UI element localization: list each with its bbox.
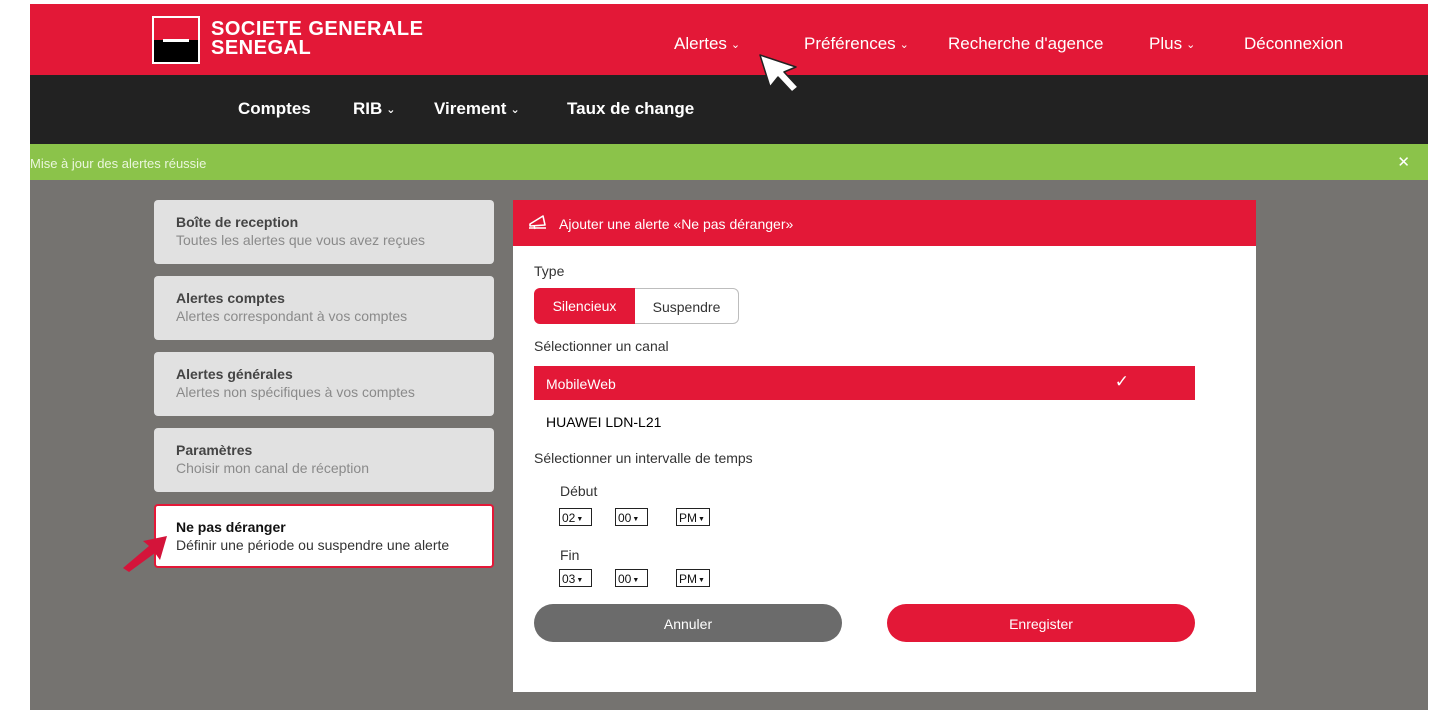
start-minute-select[interactable]: 00▼ (615, 508, 648, 526)
sidebar-item-parametres[interactable]: Paramètres Choisir mon canal de réceptio… (154, 428, 494, 492)
topnav-deconnexion[interactable]: Déconnexion (1244, 34, 1343, 54)
topnav-alertes[interactable]: Alertes ⌄ (674, 34, 740, 54)
subnav-taux-label: Taux de change (567, 99, 695, 118)
interval-label: Sélectionner un intervalle de temps (534, 450, 753, 466)
dropdown-arrow-icon: ▼ (698, 577, 705, 584)
subnav-taux-de-change[interactable]: Taux de change (567, 99, 694, 119)
topnav-deconnexion-label: Déconnexion (1244, 34, 1344, 53)
sidebar-item-title: Boîte de reception (176, 214, 299, 230)
sidebar-item-alertes-comptes[interactable]: Alertes comptes Alertes correspondant à … (154, 276, 494, 340)
sidebar-item-title: Ne pas déranger (176, 519, 286, 535)
brand-name-line2: SENEGAL (211, 37, 312, 59)
start-label: Début (560, 483, 598, 499)
dropdown-arrow-icon: ▼ (698, 516, 705, 523)
topnav-plus[interactable]: Plus ⌄ (1149, 34, 1195, 54)
app-frame: SOCIETE GENERALE SENEGAL Alertes ⌄ Préfér… (30, 4, 1428, 710)
start-ampm-value: PM (679, 511, 697, 525)
annotation-arrow-icon (123, 536, 167, 572)
channel-option-mobileweb[interactable]: MobileWeb ✓ (534, 366, 1195, 400)
sub-navigation: Comptes RIB ⌄ Virement ⌄ Taux de change (30, 75, 1428, 144)
dropdown-arrow-icon: ▼ (576, 577, 584, 584)
subnav-virement[interactable]: Virement ⌄ (434, 99, 520, 119)
channel-label: Sélectionner un canal (534, 338, 669, 354)
sidebar-item-subtitle: Définir une période ou suspendre une ale… (176, 537, 450, 553)
end-hour-select[interactable]: 03▼ (559, 569, 592, 587)
sidebar-item-title: Paramètres (176, 442, 253, 458)
sidebar-item-subtitle: Toutes les alertes que vous avez reçues (176, 232, 426, 248)
end-ampm-select[interactable]: PM▼ (676, 569, 710, 587)
channel-option-huawei[interactable]: HUAWEI LDN-L21 (534, 404, 1195, 438)
topnav-alertes-label: Alertes (674, 34, 727, 53)
do-not-disturb-panel: Ajouter une alerte «Ne pas déranger» Typ… (513, 200, 1256, 692)
end-minute-value: 00 (618, 572, 632, 586)
save-button[interactable]: Enregister (887, 604, 1195, 642)
channel-option-label: MobileWeb (546, 376, 616, 392)
type-option-suspendre[interactable]: Suspendre (635, 288, 739, 324)
subnav-rib[interactable]: RIB ⌄ (353, 99, 396, 119)
type-option-silencieux[interactable]: Silencieux (534, 288, 635, 324)
sidebar-item-title: Alertes générales (176, 366, 293, 382)
sidebar-item-subtitle: Alertes correspondant à vos comptes (176, 308, 408, 324)
panel-title: Ajouter une alerte «Ne pas déranger» (559, 216, 794, 232)
channel-option-label: HUAWEI LDN-L21 (546, 414, 662, 430)
chevron-down-icon: ⌄ (386, 104, 396, 116)
chevron-down-icon: ⌄ (730, 39, 741, 51)
dropdown-arrow-icon: ▼ (576, 516, 584, 523)
dropdown-arrow-icon: ▼ (632, 516, 640, 523)
sidebar-item-ne-pas-deranger[interactable]: Ne pas déranger Définir une période ou s… (154, 504, 494, 568)
mouse-pointer-icon (759, 54, 799, 93)
success-message-text: Mise à jour des alertes réussie (30, 156, 207, 171)
end-ampm-value: PM (679, 572, 697, 586)
subnav-virement-label: Virement (434, 99, 507, 118)
subnav-comptes-label: Comptes (238, 99, 311, 118)
topnav-recherche-label: Recherche d'agence (948, 34, 1104, 53)
sidebar-item-alertes-generales[interactable]: Alertes générales Alertes non spécifique… (154, 352, 494, 416)
start-hour-value: 02 (562, 511, 576, 525)
sidebar-item-title: Alertes comptes (176, 290, 285, 306)
sidebar-item-boite-reception[interactable]: Boîte de reception Toutes les alertes qu… (154, 200, 494, 264)
start-ampm-select[interactable]: PM▼ (676, 508, 710, 526)
megaphone-icon (529, 215, 546, 230)
topnav-recherche-agence[interactable]: Recherche d'agence (948, 34, 1103, 54)
dropdown-arrow-icon: ▼ (632, 577, 640, 584)
end-minute-select[interactable]: 00▼ (615, 569, 648, 587)
sidebar-item-subtitle: Choisir mon canal de réception (176, 460, 369, 476)
topnav-plus-label: Plus (1149, 34, 1183, 53)
sidebar-item-subtitle: Alertes non spécifiques à vos comptes (176, 384, 415, 400)
end-hour-value: 03 (562, 572, 576, 586)
checkmark-icon: ✓ (1114, 372, 1129, 391)
topnav-preferences-label: Préférences (804, 34, 896, 53)
close-icon[interactable]: ✕ (1397, 153, 1410, 171)
subnav-rib-label: RIB (353, 99, 383, 118)
start-minute-value: 00 (618, 511, 632, 525)
start-hour-select[interactable]: 02▼ (559, 508, 592, 526)
brand-logo[interactable] (152, 16, 200, 64)
cancel-button[interactable]: Annuler (534, 604, 842, 642)
chevron-down-icon: ⌄ (510, 104, 520, 116)
chevron-down-icon: ⌄ (899, 39, 909, 51)
panel-header: Ajouter une alerte «Ne pas déranger» (513, 200, 1256, 246)
chevron-down-icon: ⌄ (1186, 39, 1196, 51)
topnav-preferences[interactable]: Préférences ⌄ (804, 34, 909, 54)
success-message-bar: Mise à jour des alertes réussie ✕ (30, 144, 1428, 180)
top-header: SOCIETE GENERALE SENEGAL Alertes ⌄ Préfér… (30, 4, 1428, 75)
brand-name[interactable]: SOCIETE GENERALE SENEGAL (211, 19, 423, 59)
end-label: Fin (560, 547, 580, 563)
subnav-comptes[interactable]: Comptes (238, 99, 311, 119)
type-label: Type (534, 263, 565, 279)
